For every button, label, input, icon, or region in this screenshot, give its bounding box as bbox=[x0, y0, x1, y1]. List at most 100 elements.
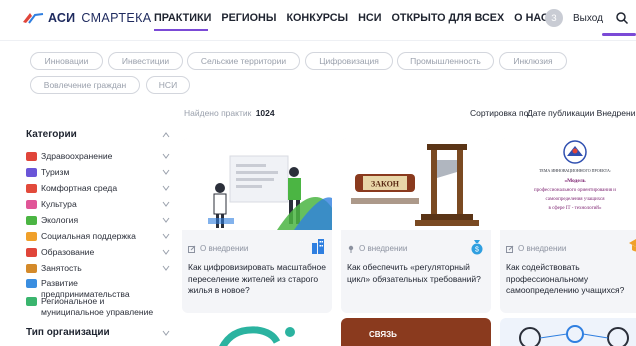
emblem-line-5: в сфере IT - технологий» bbox=[549, 206, 602, 211]
card-image: ТЕМА ИННОВАЦИОННОГО ПРОЕКТА: «Модель про… bbox=[500, 138, 636, 230]
emblem-line-2: «Модель bbox=[564, 178, 585, 184]
nav-active-indicator bbox=[154, 29, 208, 31]
card-meta-label: О внедрении bbox=[518, 244, 567, 253]
chevron-down-icon[interactable] bbox=[162, 200, 170, 208]
category-item[interactable]: Экология bbox=[26, 215, 78, 226]
sort-label: Сортировка по: bbox=[470, 108, 531, 118]
work-icon bbox=[26, 264, 37, 273]
category-item[interactable]: Туризм bbox=[26, 167, 69, 178]
tag-innovations[interactable]: Инновации bbox=[30, 52, 103, 70]
tag-investments[interactable]: Инвестиции bbox=[108, 52, 183, 70]
category-label: Образование bbox=[41, 247, 95, 257]
chevron-down-icon[interactable] bbox=[162, 232, 170, 240]
category-item[interactable]: Здравоохранение bbox=[26, 151, 112, 162]
tag-industry[interactable]: Промышленность bbox=[397, 52, 494, 70]
card-image: ЗАКОН bbox=[341, 138, 491, 230]
logo-text: АСИ bbox=[48, 11, 76, 25]
chevron-down-icon[interactable] bbox=[162, 248, 170, 256]
results-count-label: Найдено практик bbox=[184, 108, 252, 118]
tag-digitalization[interactable]: Цифровизация bbox=[305, 52, 393, 70]
card-image bbox=[182, 138, 332, 230]
results-count: Найдено практик 1024 bbox=[184, 108, 275, 118]
practice-card-partial[interactable] bbox=[500, 318, 636, 346]
culture-icon bbox=[26, 200, 37, 209]
tag-nsi[interactable]: НСИ bbox=[146, 76, 190, 94]
svg-text:$: $ bbox=[475, 247, 479, 254]
logo[interactable]: АСИ СМАРТЕКА bbox=[22, 10, 152, 26]
categories-title[interactable]: Категории bbox=[26, 129, 77, 140]
tag-rural[interactable]: Сельские территории bbox=[187, 52, 300, 70]
results-count-value: 1024 bbox=[255, 108, 275, 118]
category-label: Культура bbox=[41, 199, 77, 209]
practice-card-partial[interactable]: СВЯЗЬ bbox=[341, 318, 491, 346]
emblem-line-3: профессионального ориентирования и bbox=[534, 188, 616, 193]
business-icon bbox=[26, 279, 37, 288]
chevron-up-icon[interactable] bbox=[162, 131, 170, 139]
illustration-people-icon bbox=[182, 138, 332, 230]
nav-open-for-all[interactable]: ОТКРЫТО ДЛЯ ВСЕХ bbox=[391, 12, 504, 24]
nav-nsi[interactable]: НСИ bbox=[358, 12, 381, 24]
main-nav: ПРАКТИКИ РЕГИОНЫ КОНКУРСЫ НСИ ОТКРЫТО ДЛ… bbox=[154, 12, 559, 24]
city-icon bbox=[26, 184, 37, 193]
category-item[interactable]: Культура bbox=[26, 199, 77, 210]
search-bar-edge[interactable] bbox=[602, 33, 636, 36]
card-meta: О внедрении bbox=[506, 244, 566, 253]
nav-contests[interactable]: КОНКУРСЫ bbox=[286, 12, 348, 24]
category-label: Комфортная среда bbox=[41, 183, 118, 193]
practice-card-partial[interactable] bbox=[182, 318, 332, 346]
chevron-down-icon[interactable] bbox=[162, 184, 170, 192]
card-meta-label: О внедрении bbox=[359, 244, 408, 253]
emblem-line-1: ТЕМА ИННОВАЦИОННОГО ПРОЕКТА: bbox=[539, 168, 611, 173]
chevron-down-icon[interactable] bbox=[162, 329, 170, 337]
government-icon bbox=[26, 297, 37, 306]
card-title[interactable]: Как содействовать профессиональному само… bbox=[506, 262, 636, 297]
search-icon[interactable] bbox=[615, 11, 629, 25]
education-icon bbox=[629, 239, 636, 252]
card-meta: О внедрении bbox=[347, 244, 407, 253]
category-item[interactable]: Комфортная среда bbox=[26, 183, 117, 194]
nav-practices[interactable]: ПРАКТИКИ bbox=[154, 12, 211, 24]
sign-text: ЗАКОН bbox=[371, 180, 400, 189]
tag-inclusion[interactable]: Инклюзия bbox=[499, 52, 567, 70]
nav-regions[interactable]: РЕГИОНЫ bbox=[221, 12, 276, 24]
swirl-logo-icon bbox=[219, 326, 295, 346]
chevron-down-icon[interactable] bbox=[162, 216, 170, 224]
chevron-down-icon[interactable] bbox=[162, 152, 170, 160]
support-icon bbox=[26, 232, 37, 241]
chevron-down-icon[interactable] bbox=[162, 168, 170, 176]
tag-citizen-engagement[interactable]: Вовлечение граждан bbox=[30, 76, 140, 94]
header-divider bbox=[0, 40, 636, 41]
plane-icon bbox=[26, 168, 37, 177]
avatar[interactable]: З bbox=[545, 9, 563, 27]
category-item[interactable]: Образование bbox=[26, 247, 94, 258]
practice-card[interactable]: ТЕМА ИННОВАЦИОННОГО ПРОЕКТА: «Модель про… bbox=[500, 138, 636, 313]
category-label: Экология bbox=[41, 215, 79, 225]
category-label: Здравоохранение bbox=[41, 151, 113, 161]
card-title[interactable]: Как цифровизировать масштабное переселен… bbox=[188, 262, 330, 297]
illustration-guillotine-icon: ЗАКОН bbox=[341, 138, 491, 230]
category-item[interactable]: Региональное и муниципальное управление bbox=[26, 296, 153, 318]
card-meta: О внедрении bbox=[188, 244, 248, 253]
money-bag-icon: $ bbox=[471, 240, 483, 255]
sort-options[interactable]: Дате публикации Внедрени bbox=[527, 108, 635, 118]
nav-about[interactable]: О НАС bbox=[514, 12, 549, 24]
logout-button[interactable]: Выход bbox=[573, 13, 603, 24]
practice-card[interactable]: О внедрении Как цифровизировать масштабн… bbox=[182, 138, 332, 313]
emblem-line-4: самоопределения учащихся bbox=[545, 197, 605, 202]
category-item[interactable]: Занятость bbox=[26, 263, 82, 274]
category-label: Социальная поддержка bbox=[41, 231, 136, 241]
category-item[interactable]: Социальная поддержка bbox=[26, 231, 136, 242]
leaf-icon bbox=[26, 216, 37, 225]
project-emblem-icon: ТЕМА ИННОВАЦИОННОГО ПРОЕКТА: «Модель про… bbox=[500, 138, 636, 230]
org-type-title[interactable]: Тип организации bbox=[26, 327, 110, 338]
chevron-down-icon[interactable] bbox=[162, 264, 170, 272]
practice-card[interactable]: ЗАКОН О внедрении $ Как обеспечить «регу… bbox=[341, 138, 491, 313]
category-label: Туризм bbox=[41, 167, 70, 177]
card-title[interactable]: Как обеспечить «регуляторный цикл» обяза… bbox=[347, 262, 489, 285]
network-illustration-icon bbox=[519, 325, 629, 346]
education-icon bbox=[26, 248, 37, 257]
category-label: Занятость bbox=[41, 263, 82, 273]
health-icon bbox=[26, 152, 37, 161]
category-label: Региональное и муниципальное управление bbox=[41, 296, 154, 317]
header: АСИ СМАРТЕКА ПРАКТИКИ РЕГИОНЫ КОНКУРСЫ Н… bbox=[0, 0, 636, 40]
